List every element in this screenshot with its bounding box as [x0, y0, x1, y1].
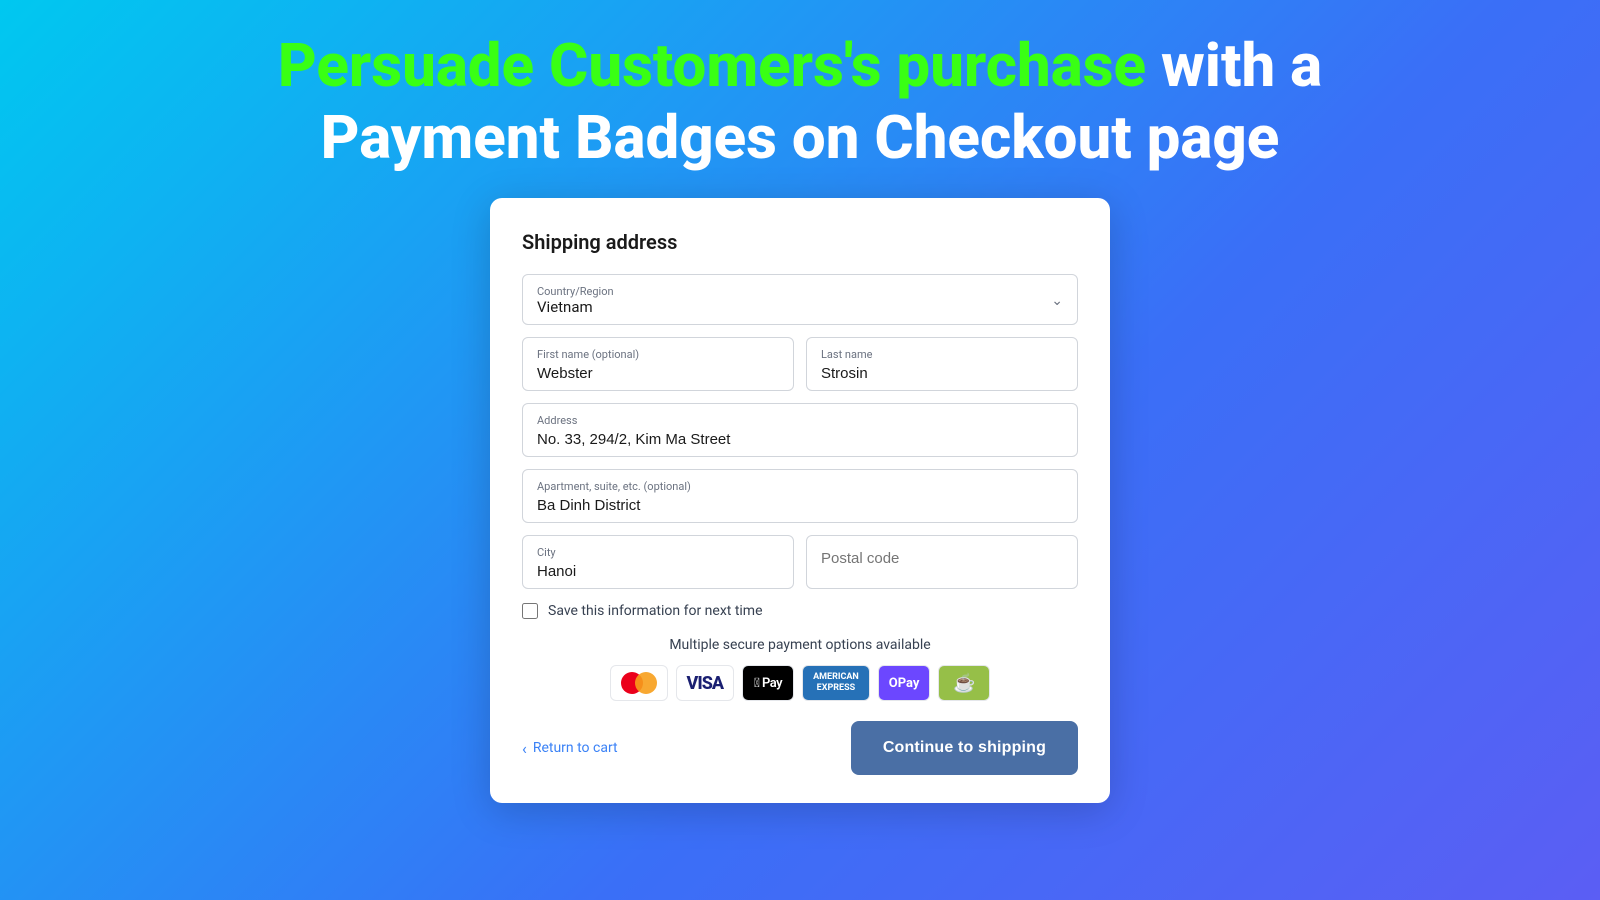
save-info-label: Save this information for next time — [548, 603, 763, 619]
save-info-checkbox[interactable] — [522, 603, 538, 619]
apartment-label: Apartment, suite, etc. (optional) — [537, 480, 1063, 493]
address-label: Address — [537, 414, 1063, 427]
mastercard-badge — [610, 665, 668, 701]
country-value: Vietnam — [537, 298, 614, 316]
first-name-field: First name (optional) — [522, 337, 794, 391]
payment-badges: VISA  Pay AMERICANEXPRESS OPay ☕ — [522, 665, 1078, 701]
apartment-input[interactable] — [537, 497, 1063, 514]
amex-badge: AMERICANEXPRESS — [802, 665, 870, 701]
section-title: Shipping address — [522, 230, 1078, 254]
city-field: City — [522, 535, 794, 589]
amex-text: AMERICANEXPRESS — [813, 672, 859, 694]
apartment-field: Apartment, suite, etc. (optional) — [522, 469, 1078, 523]
shopify-badge: ☕ — [938, 665, 990, 701]
shopify-icon: ☕ — [953, 673, 975, 694]
applepay-text:  Pay — [754, 676, 782, 691]
visa-text: VISA — [687, 673, 724, 694]
opay-badge: OPay — [878, 665, 931, 701]
country-label: Country/Region — [537, 285, 614, 298]
hero-highlight: Persuade Customers's purchase — [278, 30, 1146, 101]
first-name-input[interactable] — [537, 365, 779, 382]
postal-field — [806, 535, 1078, 589]
back-arrow-icon: ‹ — [522, 739, 527, 758]
applepay-badge:  Pay — [742, 665, 794, 701]
last-name-field: Last name — [806, 337, 1078, 391]
last-name-label: Last name — [821, 348, 1063, 361]
hero-title: Persuade Customers's purchase with a Pay… — [278, 30, 1322, 174]
address-input[interactable] — [537, 431, 1063, 448]
return-label: Return to cart — [533, 740, 618, 756]
chevron-down-icon: ⌄ — [1051, 293, 1063, 309]
visa-badge: VISA — [676, 665, 735, 701]
last-name-input[interactable] — [821, 365, 1063, 382]
save-info-row: Save this information for next time — [522, 603, 1078, 619]
opay-text: OPay — [889, 676, 920, 691]
mc-orange-circle — [635, 672, 657, 694]
postal-input[interactable] — [821, 550, 1063, 567]
return-to-cart-link[interactable]: ‹ Return to cart — [522, 739, 618, 758]
city-input[interactable] — [537, 563, 779, 580]
address-field: Address — [522, 403, 1078, 457]
country-field[interactable]: Country/Region Vietnam ⌄ — [522, 274, 1078, 325]
footer-actions: ‹ Return to cart Continue to shipping — [522, 721, 1078, 775]
first-name-label: First name (optional) — [537, 348, 779, 361]
payment-section: Multiple secure payment options availabl… — [522, 637, 1078, 701]
payment-text: Multiple secure payment options availabl… — [522, 637, 1078, 653]
checkout-card: Shipping address Country/Region Vietnam … — [490, 198, 1110, 803]
city-label: City — [537, 546, 779, 559]
continue-to-shipping-button[interactable]: Continue to shipping — [851, 721, 1078, 775]
